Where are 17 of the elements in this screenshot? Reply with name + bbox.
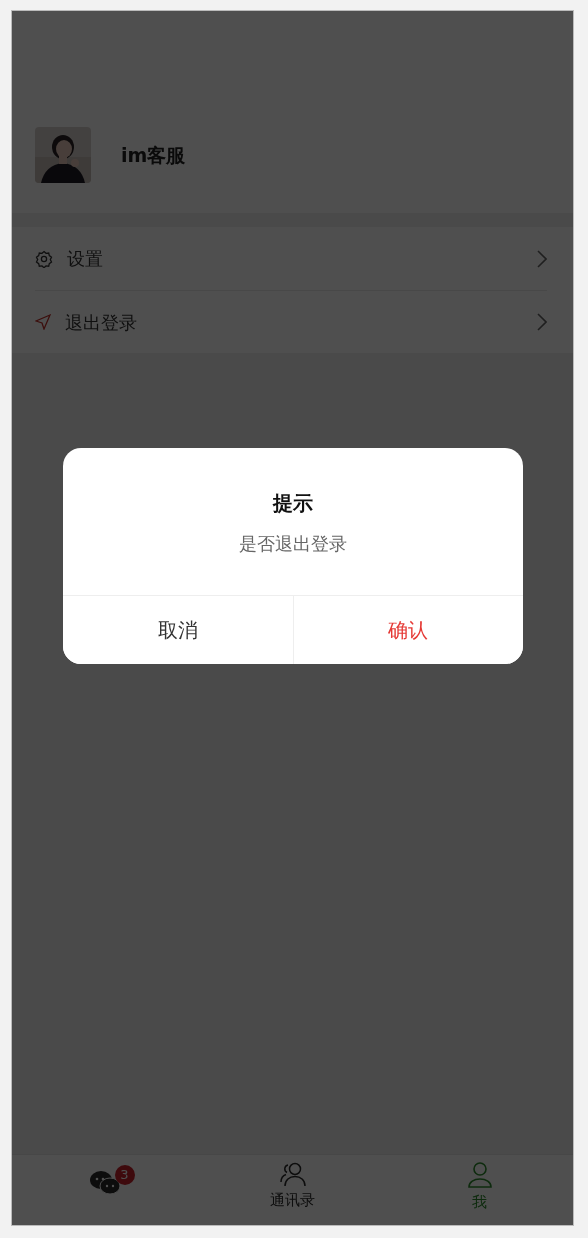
profile-name: im客服 — [121, 142, 186, 168]
settings-icon — [35, 249, 53, 268]
unread-badge: 3 — [114, 1165, 135, 1185]
chevron-right-icon — [537, 249, 547, 268]
menu-item-label[interactable]: 设置 — [67, 245, 103, 272]
dialog-title: 提示 — [271, 490, 314, 517]
person-icon — [465, 1161, 494, 1189]
contacts-icon — [278, 1161, 307, 1187]
tab-button[interactable]: 通讯录 — [199, 1155, 386, 1225]
dialog-message: 是否退出登录 — [238, 532, 348, 556]
send-icon — [35, 314, 51, 330]
chevron-right-icon — [537, 313, 547, 331]
confirm-button[interactable]: 确认 — [292, 596, 523, 664]
tab-button[interactable]: 我 — [386, 1155, 573, 1225]
chat-bubbles-icon — [88, 1169, 123, 1195]
menu-item-label[interactable]: 退出登录 — [65, 308, 137, 336]
tab-button[interactable]: 3 — [12, 1155, 199, 1225]
